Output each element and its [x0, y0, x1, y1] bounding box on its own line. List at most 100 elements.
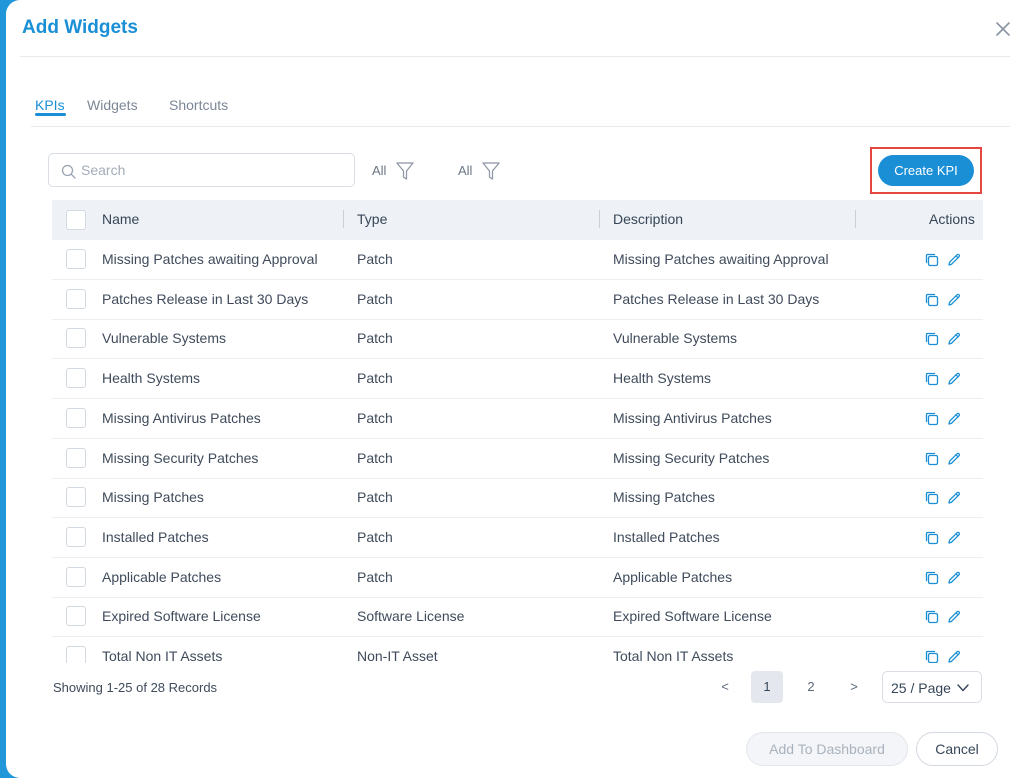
- copy-icon[interactable]: [924, 292, 940, 308]
- row-checkbox[interactable]: [66, 368, 86, 389]
- row-type: Patch: [357, 528, 393, 545]
- page-size-value: 25 / Page: [891, 680, 951, 696]
- row-description: Vulnerable Systems: [613, 330, 737, 347]
- row-checkbox[interactable]: [66, 407, 86, 428]
- table-row[interactable]: Vulnerable Systems Patch Vulnerable System…: [52, 319, 983, 360]
- copy-icon[interactable]: [924, 649, 940, 663]
- row-checkbox[interactable]: [66, 646, 86, 663]
- copy-icon[interactable]: [924, 490, 940, 506]
- row-name: Total Non IT Assets: [102, 648, 223, 663]
- row-type: Patch: [357, 330, 393, 347]
- edit-pencil-icon[interactable]: [946, 530, 962, 546]
- row-description: Health Systems: [613, 370, 712, 387]
- next-page-button[interactable]: >: [838, 671, 870, 703]
- prev-page-button[interactable]: <: [709, 671, 741, 703]
- category-filter-label: All: [458, 163, 473, 178]
- row-actions: [918, 331, 961, 347]
- header-divider: [20, 56, 1010, 57]
- edit-pencil-icon[interactable]: [946, 609, 962, 625]
- table-row[interactable]: Health Systems Patch Health Systems: [52, 359, 983, 400]
- table-row[interactable]: Expired Software License Software License…: [52, 597, 983, 638]
- type-filter[interactable]: All: [372, 161, 416, 181]
- table-row[interactable]: Total Non IT Assets Non-IT Asset Total Non…: [52, 637, 983, 663]
- records-summary: Showing 1-25 of 28 Records: [53, 680, 218, 695]
- close-icon[interactable]: [994, 20, 1012, 38]
- edit-pencil-icon[interactable]: [946, 331, 962, 347]
- row-checkbox[interactable]: [66, 328, 86, 349]
- page-size-select[interactable]: 25 / Page: [882, 671, 982, 703]
- row-checkbox[interactable]: [66, 249, 86, 269]
- add-to-dashboard-button[interactable]: Add To Dashboard: [746, 732, 908, 766]
- copy-icon[interactable]: [924, 371, 940, 387]
- table-header: Name Type Description Actions: [52, 200, 983, 240]
- row-actions: [918, 649, 961, 663]
- copy-icon[interactable]: [924, 252, 940, 268]
- table-row[interactable]: Installed Patches Patch Installed Patches: [52, 518, 983, 558]
- copy-icon[interactable]: [924, 411, 940, 427]
- create-kpi-highlight: Create KPI: [870, 147, 982, 194]
- category-filter[interactable]: All: [458, 161, 502, 181]
- table-row[interactable]: Missing Antivirus Patches Patch Missing An…: [52, 399, 983, 439]
- filter-icon: [396, 162, 414, 180]
- row-checkbox[interactable]: [66, 487, 86, 508]
- select-all-checkbox[interactable]: [66, 210, 86, 230]
- tab-kpis-label: KPIs: [35, 97, 65, 113]
- row-actions: [918, 292, 961, 308]
- kpi-table: Name Type Description Actions Missing Pa…: [52, 200, 983, 663]
- copy-icon[interactable]: [924, 530, 940, 546]
- edit-pencil-icon[interactable]: [946, 411, 962, 427]
- row-description: Total Non IT Assets: [613, 648, 734, 663]
- column-header-name[interactable]: Name: [102, 211, 139, 227]
- tab-kpis[interactable]: KPIs: [35, 96, 66, 116]
- search-icon: [61, 164, 76, 179]
- row-checkbox[interactable]: [66, 606, 86, 627]
- search-input[interactable]: [81, 160, 346, 180]
- row-description: Expired Software License: [613, 608, 772, 625]
- row-type: Patch: [357, 290, 393, 307]
- row-checkbox[interactable]: [66, 447, 86, 468]
- edit-pencil-icon[interactable]: [946, 490, 962, 506]
- row-actions: [918, 451, 961, 467]
- row-checkbox[interactable]: [66, 288, 86, 309]
- copy-icon[interactable]: [924, 609, 940, 625]
- copy-icon[interactable]: [924, 570, 940, 586]
- copy-icon[interactable]: [924, 451, 940, 467]
- column-header-type[interactable]: Type: [357, 211, 387, 227]
- row-actions: [918, 252, 961, 268]
- tab-shortcuts[interactable]: Shortcuts: [169, 96, 228, 114]
- table-row[interactable]: Missing Security Patches Patch Missing Sec…: [52, 439, 983, 479]
- row-checkbox[interactable]: [66, 526, 86, 547]
- table-row[interactable]: Patches Release in Last 30 Days Patch Patc…: [52, 280, 983, 320]
- table-row[interactable]: Missing Patches awaiting Approval Patch Mi…: [52, 240, 983, 280]
- row-name: Vulnerable Systems: [102, 330, 226, 347]
- row-name: Missing Patches: [102, 489, 204, 506]
- edit-pencil-icon[interactable]: [946, 371, 962, 387]
- copy-icon[interactable]: [924, 331, 940, 347]
- row-actions: [918, 570, 961, 586]
- column-header-actions: Actions: [929, 211, 975, 227]
- row-description: Installed Patches: [613, 528, 720, 545]
- edit-pencil-icon[interactable]: [946, 451, 962, 467]
- chevron-down-icon: [957, 684, 969, 692]
- row-actions: [918, 530, 961, 546]
- add-widgets-modal: Add Widgets KPIs Widgets Shortcuts All A…: [6, 0, 1024, 778]
- table-row[interactable]: Applicable Patches Patch Applicable Patche…: [52, 558, 983, 598]
- page-2-button[interactable]: 2: [795, 671, 827, 703]
- modal-title: Add Widgets: [22, 17, 138, 38]
- tab-widgets[interactable]: Widgets: [87, 96, 138, 114]
- row-name: Applicable Patches: [102, 568, 222, 585]
- row-name: Health Systems: [102, 370, 201, 387]
- edit-pencil-icon[interactable]: [946, 252, 962, 268]
- row-type: Patch: [357, 251, 393, 267]
- table-row[interactable]: Missing Patches Patch Missing Patches: [52, 478, 983, 519]
- page-1-button[interactable]: 1: [751, 671, 783, 703]
- edit-pencil-icon[interactable]: [946, 649, 962, 663]
- row-checkbox[interactable]: [66, 566, 86, 587]
- row-actions: [918, 371, 961, 387]
- create-kpi-button[interactable]: Create KPI: [878, 155, 974, 186]
- column-header-description[interactable]: Description: [613, 211, 683, 227]
- edit-pencil-icon[interactable]: [946, 292, 962, 308]
- edit-pencil-icon[interactable]: [946, 570, 962, 586]
- row-actions: [918, 609, 961, 625]
- cancel-button[interactable]: Cancel: [916, 732, 998, 766]
